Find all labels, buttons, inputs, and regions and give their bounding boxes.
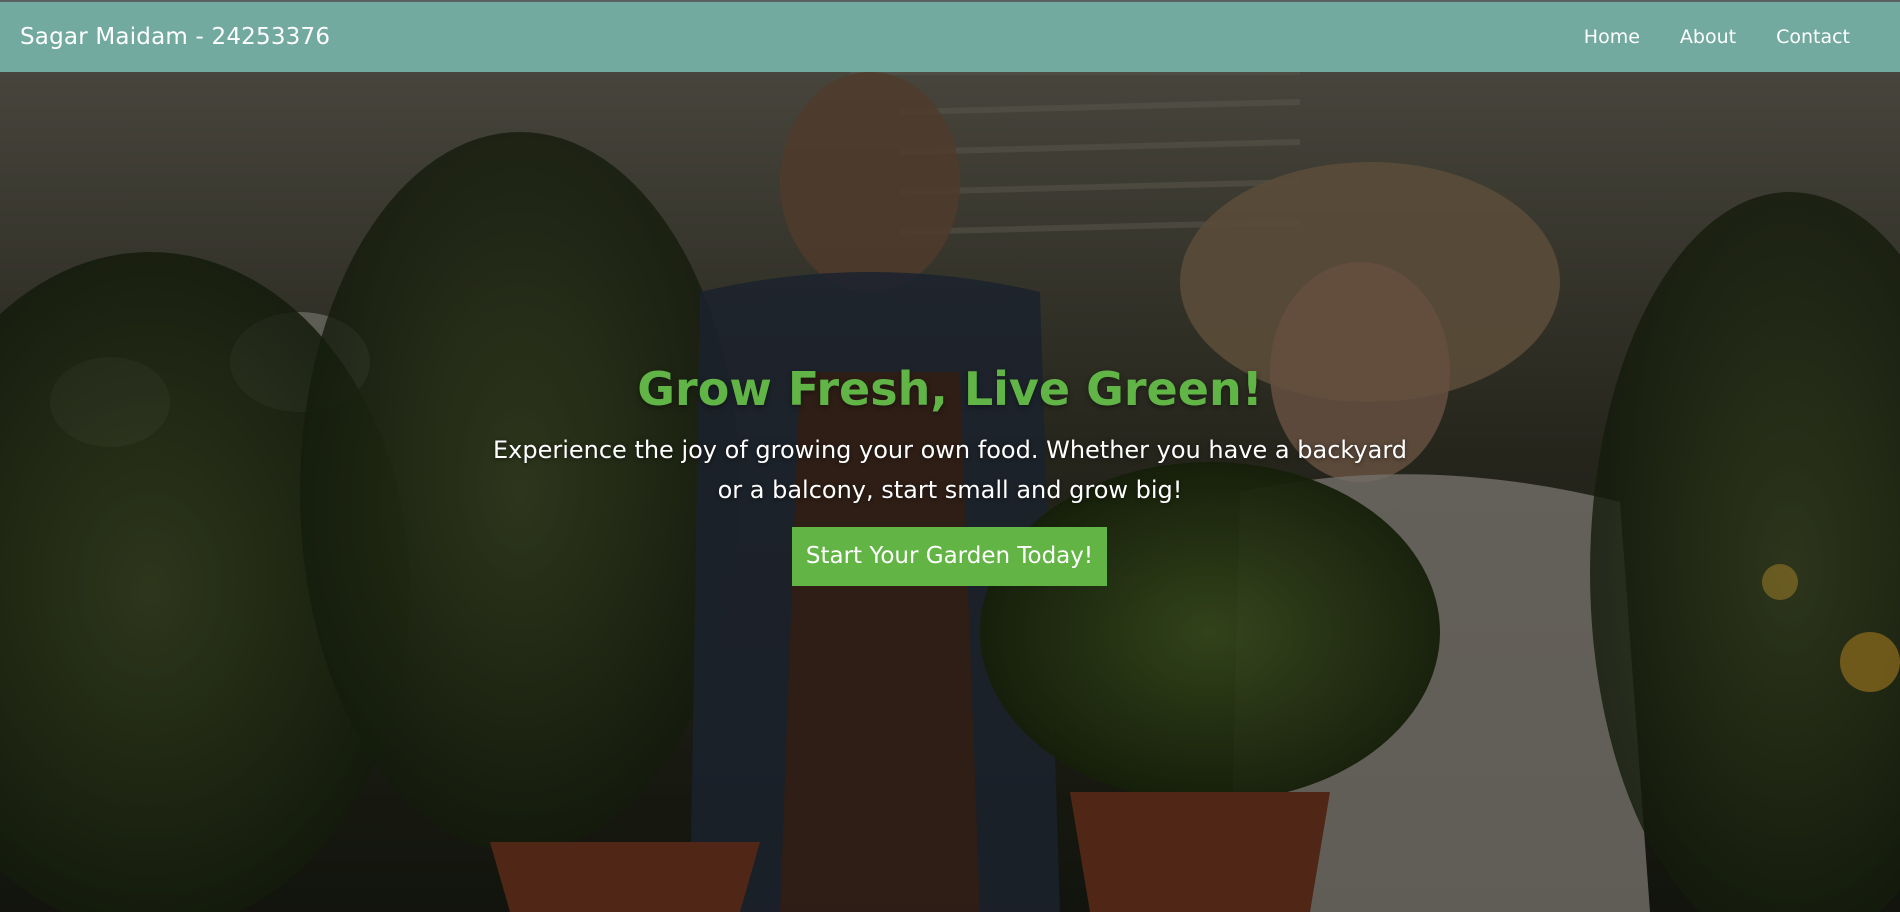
nav-link-home[interactable]: Home bbox=[1584, 26, 1640, 48]
start-garden-button[interactable]: Start Your Garden Today! bbox=[792, 527, 1107, 586]
nav-link-about[interactable]: About bbox=[1680, 26, 1736, 48]
nav-link-contact[interactable]: Contact bbox=[1776, 26, 1850, 48]
hero-description: Experience the joy of growing your own f… bbox=[492, 436, 1408, 504]
hero-content: Grow Fresh, Live Green! Experience the j… bbox=[0, 72, 1900, 912]
page: Sagar Maidam - 24253376 Home About Conta… bbox=[0, 0, 1900, 912]
site-brand[interactable]: Sagar Maidam - 24253376 bbox=[20, 24, 330, 50]
navbar: Sagar Maidam - 24253376 Home About Conta… bbox=[0, 2, 1900, 72]
hero-title: Grow Fresh, Live Green! bbox=[637, 362, 1263, 416]
nav-links: Home About Contact bbox=[1544, 26, 1850, 48]
hero-section: Grow Fresh, Live Green! Experience the j… bbox=[0, 72, 1900, 912]
